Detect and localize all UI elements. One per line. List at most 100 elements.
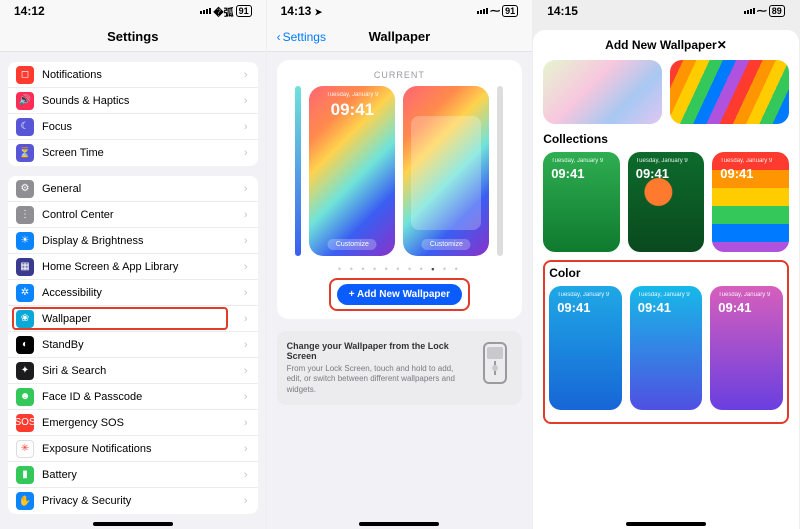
- face-id-passcode-icon: ☻: [16, 388, 34, 406]
- collections-heading: Collections: [543, 132, 789, 146]
- add-wallpaper-sheet: Add New Wallpaper ✕ Collections Tuesday,…: [533, 30, 799, 529]
- close-button[interactable]: ✕: [717, 38, 727, 52]
- thumb-time: 09:41: [636, 166, 669, 181]
- settings-row-privacy-security[interactable]: ✋Privacy & Security›: [8, 488, 258, 514]
- row-label: Control Center: [42, 209, 114, 221]
- chevron-right-icon: ›: [244, 417, 248, 429]
- wallpaper-thumb-green[interactable]: Tuesday, January 9 09:41: [543, 152, 620, 252]
- home-indicator[interactable]: [359, 522, 439, 526]
- settings-row-home-screen-app-library[interactable]: ▦Home Screen & App Library›: [8, 254, 258, 280]
- preview-day: Tuesday, January 9: [309, 92, 395, 98]
- home-indicator[interactable]: [93, 522, 173, 526]
- chevron-right-icon: ›: [244, 261, 248, 273]
- settings-row-control-center[interactable]: ⋮Control Center›: [8, 202, 258, 228]
- row-label: Focus: [42, 121, 72, 133]
- status-bar: 14:13 ➤ ⁓ 91: [267, 0, 533, 22]
- battery-icon: 91: [236, 5, 252, 17]
- page-title: Wallpaper: [369, 29, 431, 44]
- settings-row-sounds-haptics[interactable]: 🔊Sounds & Haptics›: [8, 88, 258, 114]
- navbar-wallpaper: ‹ Settings Wallpaper: [267, 22, 533, 52]
- chevron-right-icon: ›: [244, 235, 248, 247]
- top-thumb-row: [543, 60, 789, 124]
- siri-search-icon: ✦: [16, 362, 34, 380]
- sheet-scroll[interactable]: Collections Tuesday, January 9 09:41 Tue…: [533, 60, 799, 529]
- chevron-right-icon: ›: [244, 495, 248, 507]
- settings-row-standby[interactable]: ◐StandBy›: [8, 332, 258, 358]
- settings-row-battery[interactable]: ▮Battery›: [8, 462, 258, 488]
- settings-row-emergency-sos[interactable]: SOSEmergency SOS›: [8, 410, 258, 436]
- row-label: Battery: [42, 469, 77, 481]
- current-wallpaper-card: CURRENT Tuesday, January 9 09:41 Customi…: [277, 60, 523, 319]
- status-right: ⁓ 91: [477, 5, 518, 17]
- thumb-time: 09:41: [638, 300, 671, 315]
- settings-row-display-brightness[interactable]: ☀ Display & Brightness ›: [8, 228, 258, 254]
- row-label: Wallpaper: [42, 313, 91, 325]
- settings-row-notifications[interactable]: ◻Notifications›: [8, 62, 258, 88]
- chevron-left-icon: ‹: [277, 30, 281, 44]
- settings-row-wallpaper[interactable]: ❀ Wallpaper ›: [8, 306, 258, 332]
- page-dots[interactable]: • • • • • • • • • • •: [287, 264, 513, 274]
- row-label: Face ID & Passcode: [42, 391, 142, 403]
- thumb-time: 09:41: [720, 166, 753, 181]
- color-heading: Color: [549, 266, 783, 280]
- wifi-icon: �弧: [213, 4, 233, 19]
- tip-phone-icon: [478, 341, 512, 385]
- control-center-icon: ⋮: [16, 206, 34, 224]
- focus-icon: ☾: [16, 118, 34, 136]
- color-row: Tuesday, January 9 09:41 Tuesday, Januar…: [549, 286, 783, 410]
- status-right: �弧 91: [200, 4, 251, 19]
- close-icon: ✕: [717, 38, 727, 52]
- add-new-wallpaper-button[interactable]: + Add New Wallpaper: [337, 284, 462, 305]
- chevron-right-icon: ›: [244, 95, 248, 107]
- display-brightness-icon: ☀: [16, 232, 34, 250]
- wallpaper-icon: ❀: [16, 310, 34, 328]
- homescreen-preview[interactable]: Customize: [403, 86, 489, 256]
- battery-icon: 89: [769, 5, 785, 17]
- customize-button[interactable]: Customize: [422, 239, 471, 250]
- chevron-right-icon: ›: [244, 183, 248, 195]
- status-time: 14:15: [547, 4, 578, 18]
- prev-sliver-left[interactable]: [295, 86, 301, 256]
- highlight-add-button: + Add New Wallpaper: [329, 278, 470, 311]
- thumb-day: Tuesday, January 9: [718, 292, 770, 298]
- settings-row-accessibility[interactable]: ✲Accessibility›: [8, 280, 258, 306]
- row-label: Accessibility: [42, 287, 102, 299]
- settings-row-siri-search[interactable]: ✦Siri & Search›: [8, 358, 258, 384]
- row-label: Notifications: [42, 69, 102, 81]
- settings-row-general[interactable]: ⚙General›: [8, 176, 258, 202]
- wallpaper-thumb-color-purple[interactable]: Tuesday, January 9 09:41: [710, 286, 783, 410]
- thumb-day: Tuesday, January 9: [551, 158, 603, 164]
- home-indicator[interactable]: [626, 522, 706, 526]
- wallpaper-thumb-clownfish[interactable]: Tuesday, January 9 09:41: [628, 152, 705, 252]
- settings-row-face-id-passcode[interactable]: ☻Face ID & Passcode›: [8, 384, 258, 410]
- row-label: Privacy & Security: [42, 495, 131, 507]
- wallpaper-thumb-color-blue[interactable]: Tuesday, January 9 09:41: [549, 286, 622, 410]
- lockscreen-tip-card: Change your Wallpaper from the Lock Scre…: [277, 331, 523, 405]
- thumb-time: 09:41: [557, 300, 590, 315]
- row-label: Sounds & Haptics: [42, 95, 129, 107]
- wallpaper-content: CURRENT Tuesday, January 9 09:41 Customi…: [267, 52, 533, 413]
- row-label: Display & Brightness: [42, 235, 144, 247]
- lockscreen-preview[interactable]: Tuesday, January 9 09:41 Customize: [309, 86, 395, 256]
- sheet-title: Add New Wallpaper: [605, 38, 717, 52]
- wallpaper-thumb-abstract[interactable]: [543, 60, 662, 124]
- back-button[interactable]: ‹ Settings: [277, 30, 326, 44]
- settings-group: ◻Notifications›🔊Sounds & Haptics›☾Focus›…: [8, 62, 258, 166]
- settings-row-focus[interactable]: ☾Focus›: [8, 114, 258, 140]
- chevron-right-icon: ›: [244, 313, 248, 325]
- prev-sliver-right[interactable]: [497, 86, 503, 256]
- sheet-navbar: Add New Wallpaper ✕: [533, 30, 799, 60]
- customize-button[interactable]: Customize: [328, 239, 377, 250]
- wallpaper-previews[interactable]: Tuesday, January 9 09:41 Customize Custo…: [287, 86, 513, 256]
- preview-time: 09:41: [309, 100, 395, 120]
- signal-icon: [200, 8, 211, 14]
- chevron-right-icon: ›: [244, 365, 248, 377]
- collections-row: Tuesday, January 9 09:41 Tuesday, Januar…: [543, 152, 789, 252]
- signal-icon: [744, 8, 755, 14]
- wallpaper-thumb-rainbow[interactable]: Tuesday, January 9 09:41: [712, 152, 789, 252]
- wallpaper-thumb-color-cyan[interactable]: Tuesday, January 9 09:41: [630, 286, 703, 410]
- settings-row-screen-time[interactable]: ⏳Screen Time›: [8, 140, 258, 166]
- wallpaper-thumb-pride[interactable]: [670, 60, 789, 124]
- exposure-notifications-icon: ✳: [16, 440, 34, 458]
- settings-row-exposure-notifications[interactable]: ✳Exposure Notifications›: [8, 436, 258, 462]
